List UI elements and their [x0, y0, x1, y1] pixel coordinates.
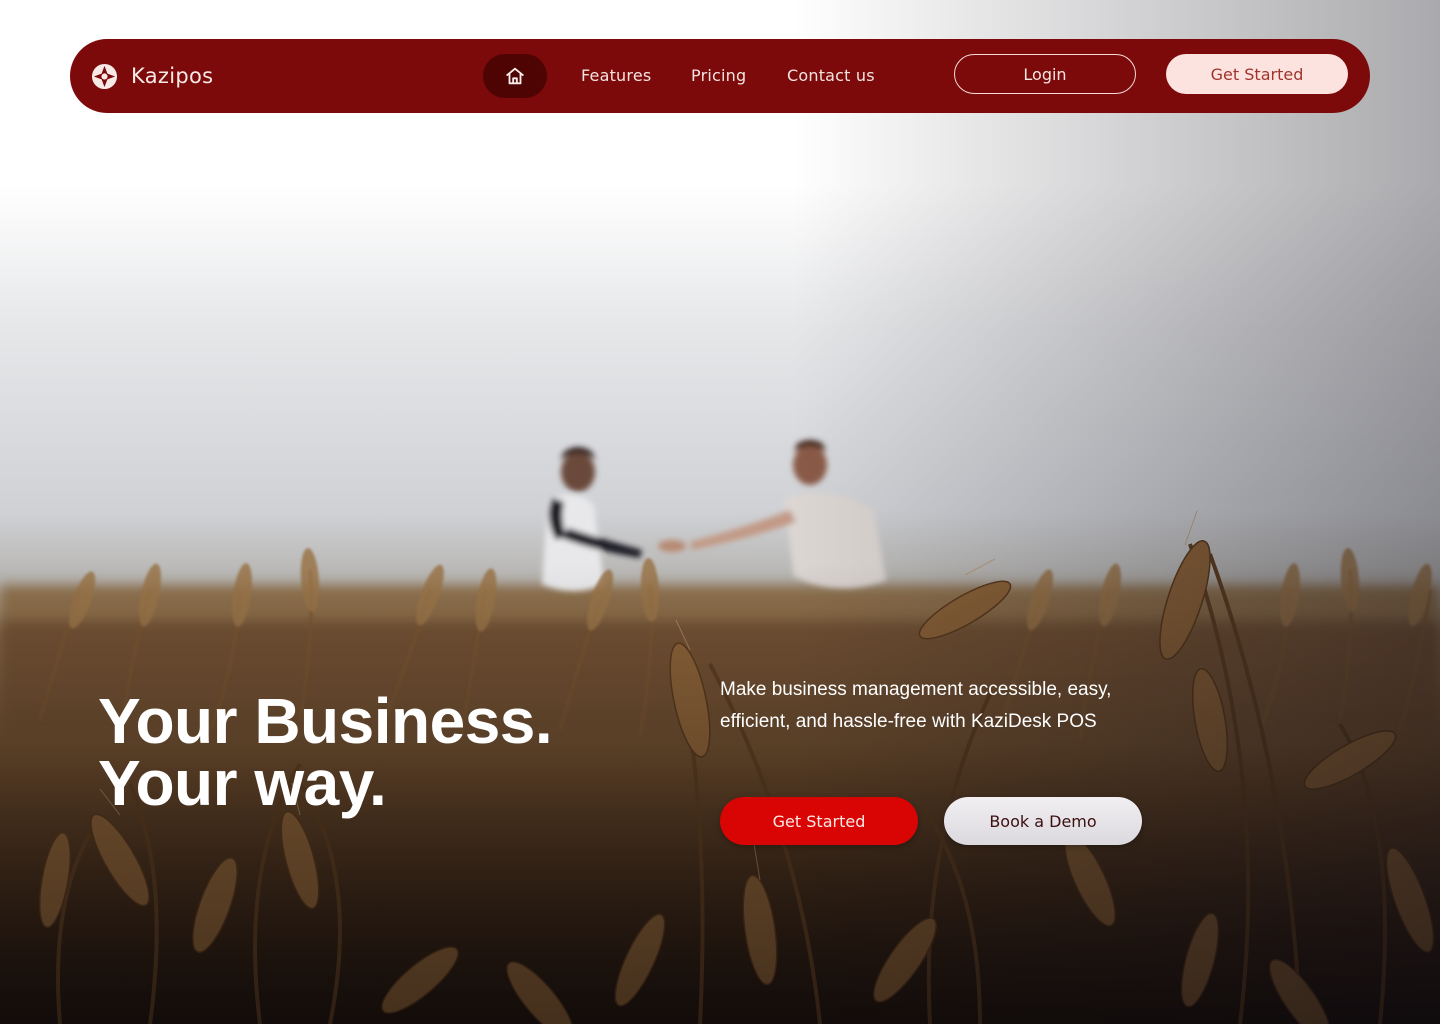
login-button[interactable]: Login — [954, 54, 1136, 94]
nav-get-started-button[interactable]: Get Started — [1166, 54, 1348, 94]
nav-link-contact-us[interactable]: Contact us — [787, 66, 875, 85]
hero-image — [0, 0, 1440, 1024]
hero-headline-line-1: Your Business. — [98, 685, 553, 757]
hero-headline-line-2: Your way. — [98, 747, 387, 819]
nav-link-features[interactable]: Features — [581, 66, 651, 85]
nav-home-button[interactable] — [483, 54, 547, 98]
top-navbar: Kazipos Features Pricing Contact us Logi… — [70, 39, 1370, 113]
brand-name: Kazipos — [131, 64, 214, 88]
book-demo-button[interactable]: Book a Demo — [944, 797, 1142, 845]
hero-get-started-button[interactable]: Get Started — [720, 797, 918, 845]
hero-subtext: Make business management accessible, eas… — [720, 679, 1112, 732]
brand-logo[interactable]: Kazipos — [91, 63, 213, 89]
wheat-field-handshake-photo — [0, 0, 1440, 1024]
compass-star-icon — [91, 63, 118, 89]
hero-headline: Your Business. Your way. — [98, 685, 658, 819]
nav-link-pricing[interactable]: Pricing — [691, 66, 746, 85]
home-icon — [506, 67, 524, 85]
